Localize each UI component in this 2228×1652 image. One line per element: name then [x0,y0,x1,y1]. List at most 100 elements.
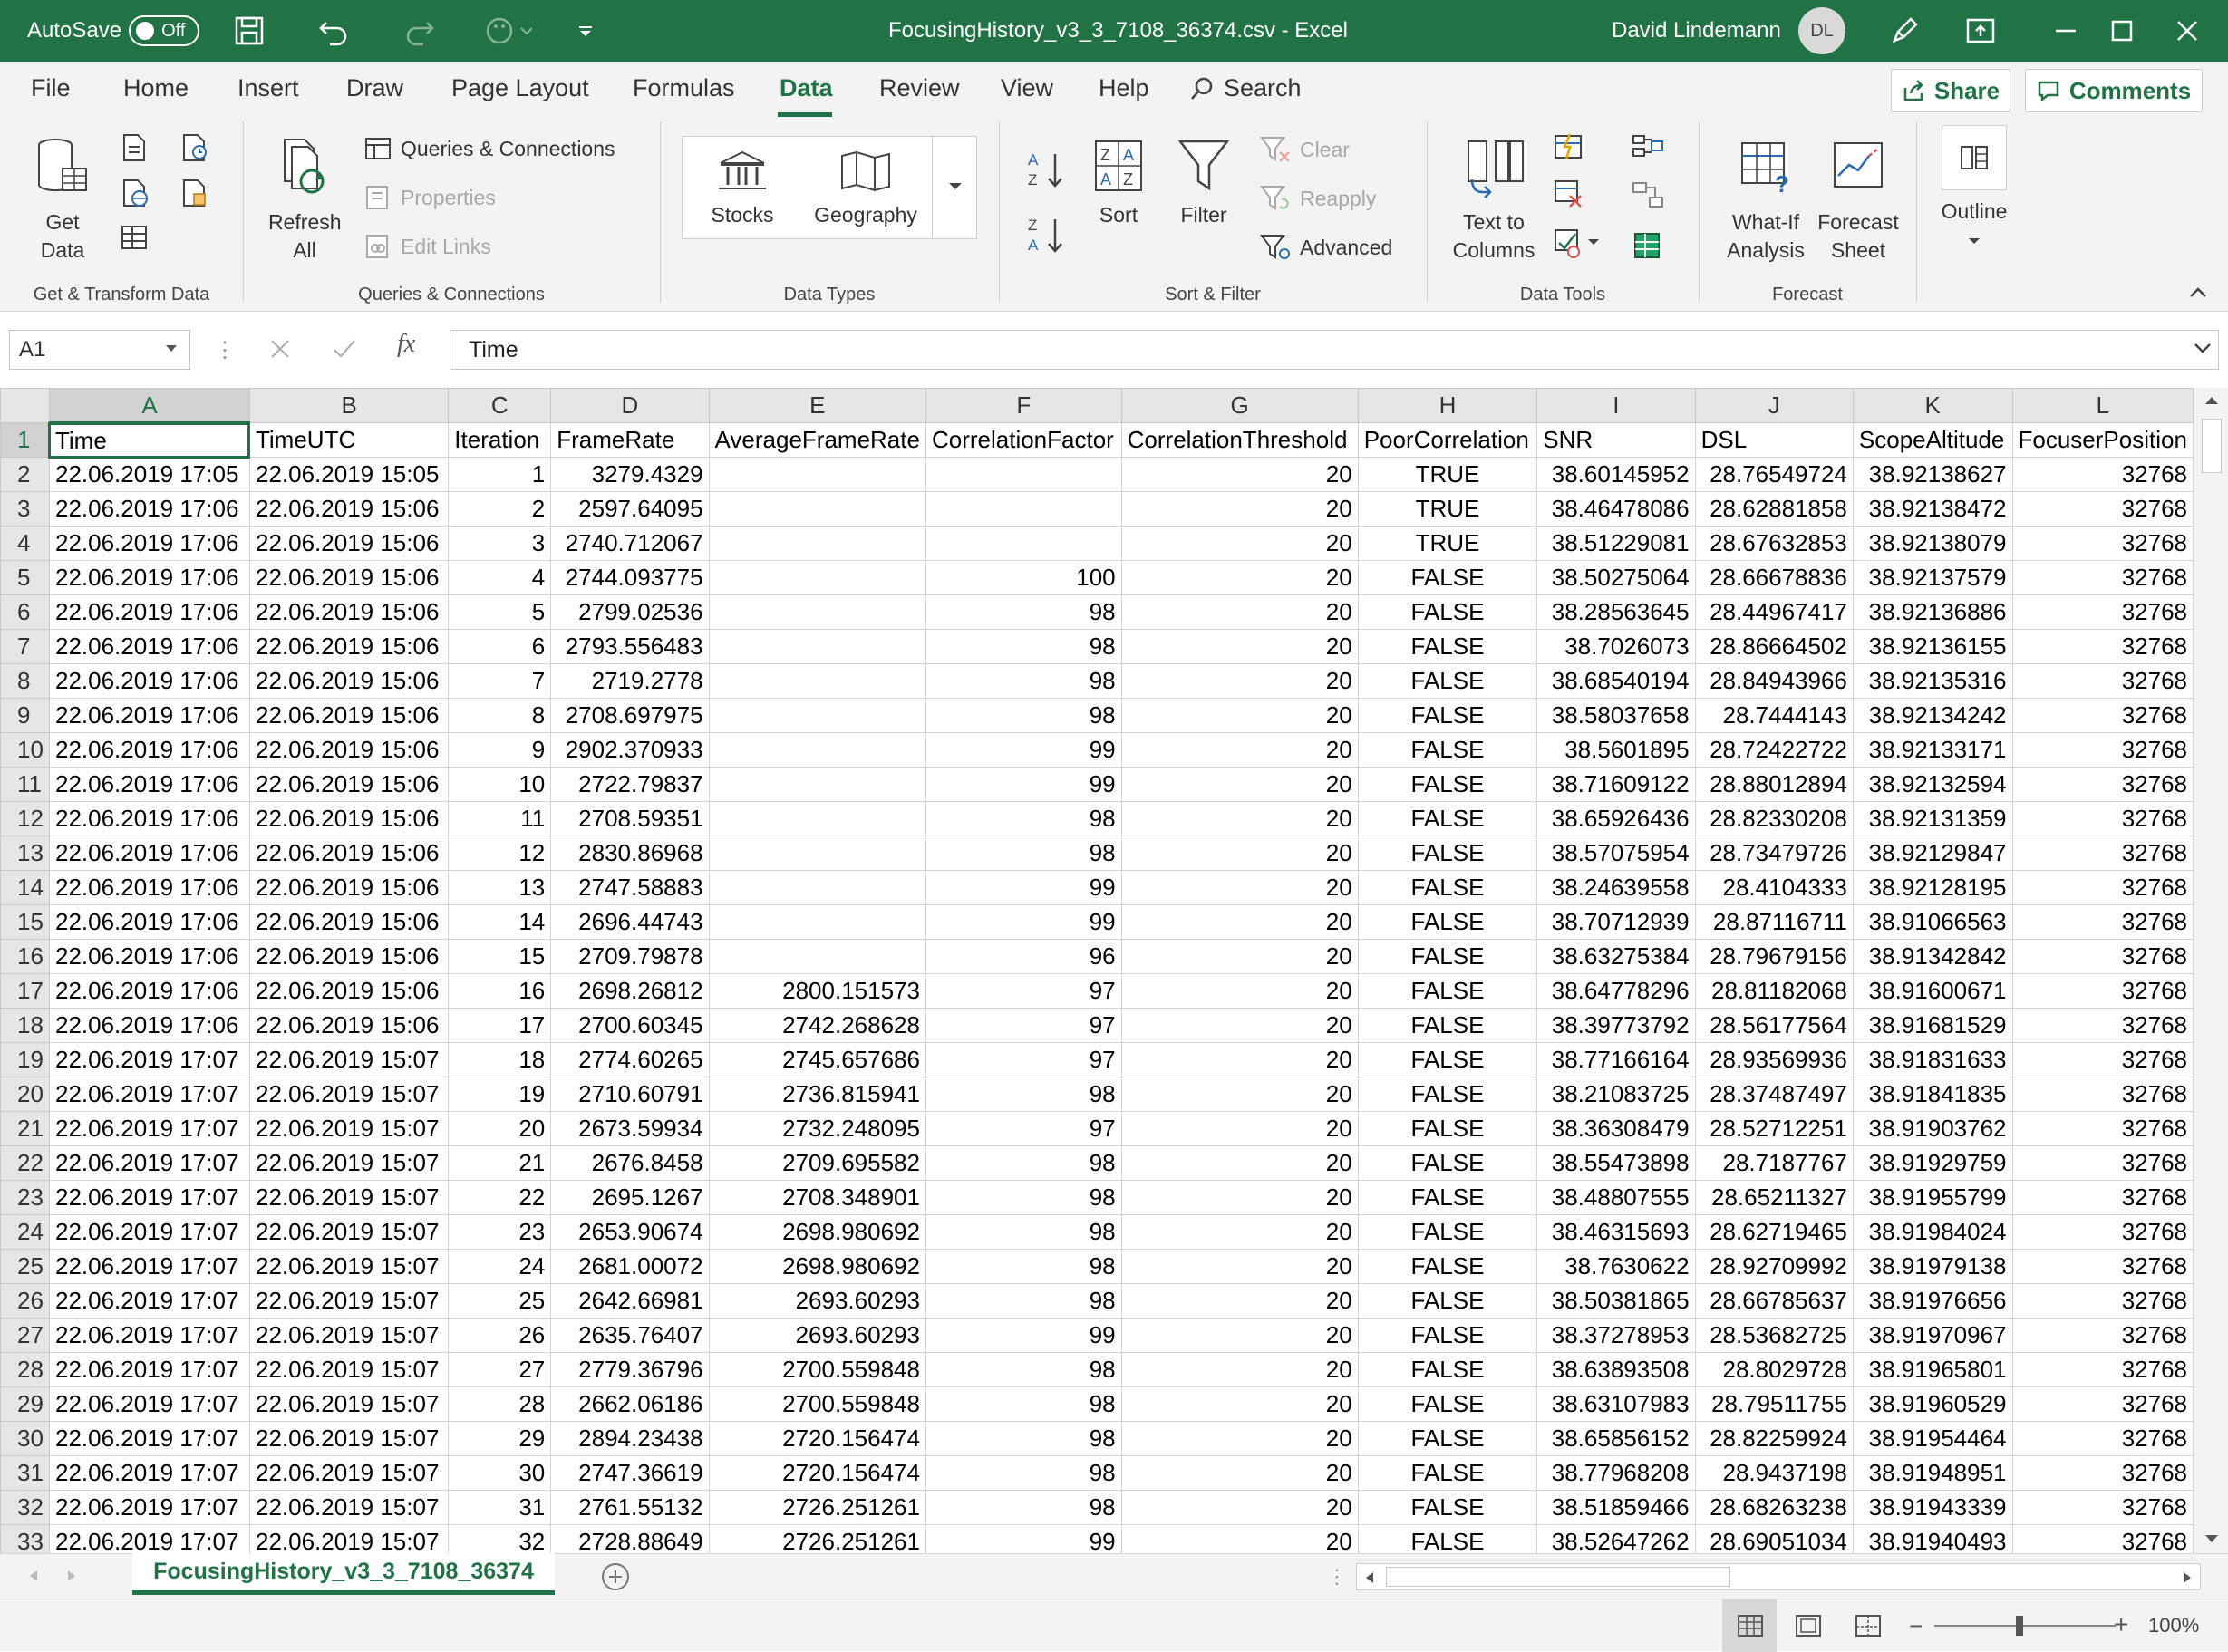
cell[interactable]: 38.91943339 [1852,1490,2013,1525]
cell[interactable]: 20 [1120,560,1359,595]
cell[interactable]: FALSE [1357,1318,1538,1353]
cell[interactable]: 22.06.2019 15:07 [248,1421,450,1456]
cell[interactable]: 22.06.2019 17:06 [48,732,250,768]
cell[interactable]: 22.06.2019 15:07 [248,1386,450,1422]
sort-button[interactable]: ZAAZ Sort [1086,138,1151,229]
cell[interactable]: 98 [925,1490,1122,1525]
cell[interactable]: 20 [1120,1180,1359,1215]
row-header[interactable]: 7 [0,629,50,664]
cell[interactable]: 28.82330208 [1694,801,1854,836]
cell[interactable]: 20 [1120,1386,1359,1422]
cell[interactable]: 4 [448,560,552,595]
cancel-icon[interactable] [268,337,292,365]
cell[interactable]: 98 [925,1421,1122,1456]
cell[interactable]: 2709.79878 [550,939,710,974]
tab-draw[interactable]: Draw [346,74,403,102]
cell[interactable]: 2902.370933 [550,732,710,768]
cell[interactable]: 32768 [2011,1455,2194,1491]
cell[interactable]: FALSE [1357,1145,1538,1181]
cell[interactable]: 2642.66981 [550,1283,710,1319]
cell[interactable]: 20 [1120,1008,1359,1043]
row-header[interactable]: 21 [0,1111,50,1146]
cell[interactable]: 38.92133171 [1852,732,2013,768]
cell[interactable]: FALSE [1357,1352,1538,1387]
column-header[interactable]: L [2011,388,2194,423]
cell[interactable]: 22.06.2019 17:07 [48,1318,250,1353]
tab-help[interactable]: Help [1099,74,1149,102]
cell[interactable]: 22.06.2019 15:07 [248,1111,450,1146]
cell[interactable]: 28.66785637 [1694,1283,1854,1319]
cell[interactable]: FALSE [1357,732,1538,768]
cell[interactable]: 20 [1120,1249,1359,1284]
horizontal-scroll-thumb[interactable] [1386,1567,1730,1587]
cell[interactable]: 22.06.2019 15:06 [248,663,450,699]
cell[interactable]: 28.37487497 [1694,1077,1854,1112]
cell[interactable]: 28.72422722 [1694,732,1854,768]
cell[interactable]: 17 [448,1008,552,1043]
cell[interactable]: 28.69051034 [1694,1524,1854,1553]
cell[interactable]: FALSE [1357,1077,1538,1112]
tab-file[interactable]: File [31,74,71,102]
split-handle-icon[interactable]: ⋮ [1327,1565,1347,1589]
cell[interactable]: 38.36308479 [1536,1111,1696,1146]
cell[interactable] [708,629,926,664]
cell[interactable]: 22.06.2019 17:07 [48,1386,250,1422]
cell[interactable]: 22.06.2019 15:06 [248,973,450,1009]
cell[interactable]: 2700.559848 [708,1352,926,1387]
cell[interactable]: 21 [448,1145,552,1181]
cell[interactable]: 22.06.2019 15:06 [248,732,450,768]
cell[interactable]: 38.91681529 [1852,1008,2013,1043]
cell[interactable]: 28.8029728 [1694,1352,1854,1387]
cell[interactable]: 99 [925,767,1122,802]
cell[interactable]: 38.92131359 [1852,801,2013,836]
zoom-in-icon[interactable]: + [2114,1610,2128,1639]
cell[interactable]: 28.73479726 [1694,836,1854,871]
cell[interactable]: 32768 [2011,1214,2194,1250]
row-header[interactable]: 23 [0,1180,50,1215]
ribbon-display-icon[interactable] [1965,0,1996,62]
cell[interactable]: 2698.980692 [708,1214,926,1250]
cell[interactable]: 38.21083725 [1536,1077,1696,1112]
cell[interactable]: 22.06.2019 15:06 [248,836,450,871]
cell[interactable]: AverageFrameRate [708,422,926,458]
cell[interactable]: 98 [925,1249,1122,1284]
cell[interactable]: 20 [1120,1352,1359,1387]
cell[interactable]: 32768 [2011,1111,2194,1146]
tab-view[interactable]: View [1001,74,1053,102]
cell[interactable]: 38.92136155 [1852,629,2013,664]
vertical-scroll-thumb[interactable] [2202,419,2222,473]
normal-view-button[interactable] [1722,1599,1777,1652]
cell[interactable]: 22.06.2019 15:07 [248,1145,450,1181]
name-box[interactable]: A1 [9,330,190,370]
cell[interactable]: 20 [1120,1042,1359,1077]
cell[interactable]: 38.77166164 [1536,1042,1696,1077]
cell[interactable]: 20 [1120,698,1359,733]
row-header[interactable]: 30 [0,1421,50,1456]
cell[interactable]: 20 [1120,1318,1359,1353]
cell[interactable]: 22.06.2019 15:07 [248,1524,450,1553]
vertical-scrollbar[interactable] [2194,388,2228,1553]
cell[interactable]: 27 [448,1352,552,1387]
cell[interactable]: 2720.156474 [708,1421,926,1456]
cell[interactable] [708,560,926,595]
formula-input[interactable]: Time [450,330,2219,370]
cell[interactable]: 22.06.2019 15:06 [248,767,450,802]
autosave-toggle[interactable]: Off [129,15,200,46]
cell[interactable]: 28.53682725 [1694,1318,1854,1353]
cell[interactable]: 16 [448,973,552,1009]
cell[interactable]: FALSE [1357,973,1538,1009]
cell[interactable]: 38.91954464 [1852,1421,2013,1456]
cell[interactable] [708,491,926,527]
cell[interactable]: 22.06.2019 15:07 [248,1352,450,1387]
cell[interactable]: 38.91965801 [1852,1352,2013,1387]
cell[interactable]: 32768 [2011,663,2194,699]
cell[interactable]: 38.28563645 [1536,594,1696,630]
cell[interactable]: 20 [1120,457,1359,492]
cell[interactable]: 22.06.2019 17:06 [48,698,250,733]
cell[interactable]: 32768 [2011,594,2194,630]
cell[interactable]: 32768 [2011,1042,2194,1077]
cell[interactable]: 22.06.2019 17:07 [48,1421,250,1456]
cell[interactable]: 98 [925,698,1122,733]
cell[interactable]: 28.86664502 [1694,629,1854,664]
cell[interactable]: 26 [448,1318,552,1353]
